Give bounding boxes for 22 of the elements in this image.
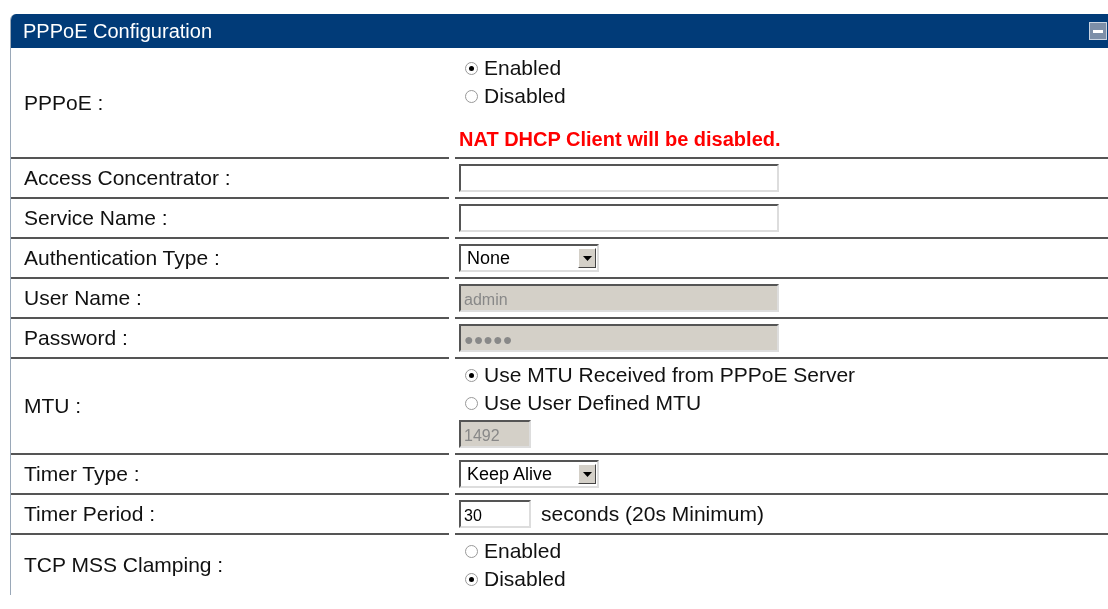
field-label: User Name : bbox=[24, 286, 142, 310]
option-label[interactable]: Enabled bbox=[484, 56, 562, 80]
option-label[interactable]: Use MTU Received from PPPoE Server bbox=[484, 363, 856, 387]
dropdown[interactable]: None bbox=[459, 244, 599, 272]
option-label[interactable]: Disabled bbox=[484, 84, 566, 108]
field-label: TCP MSS Clamping : bbox=[24, 553, 224, 577]
field-label: PPPoE : bbox=[24, 90, 104, 115]
field-label: Access Concentrator : bbox=[24, 166, 231, 190]
field-label: Timer Period : bbox=[24, 502, 156, 526]
option-label[interactable]: Disabled bbox=[484, 567, 566, 591]
dropdown[interactable]: Keep Alive bbox=[459, 460, 599, 488]
field-label: MTU : bbox=[24, 394, 82, 418]
warning-message: NAT DHCP Client will be disabled. bbox=[459, 128, 782, 151]
field-label: Service Name : bbox=[24, 206, 168, 230]
option-label[interactable]: Enabled bbox=[484, 539, 562, 563]
field-label: Timer Type : bbox=[24, 462, 140, 486]
field-label: Password : bbox=[24, 326, 128, 350]
field-label: Authentication Type : bbox=[24, 246, 220, 270]
option-label[interactable]: Use User Defined MTU bbox=[484, 391, 702, 415]
unit-text: seconds (20s Minimum) bbox=[541, 502, 764, 526]
text-field[interactable]: 30 bbox=[459, 500, 531, 528]
panel-title: PPPoE Configuration bbox=[23, 19, 212, 43]
